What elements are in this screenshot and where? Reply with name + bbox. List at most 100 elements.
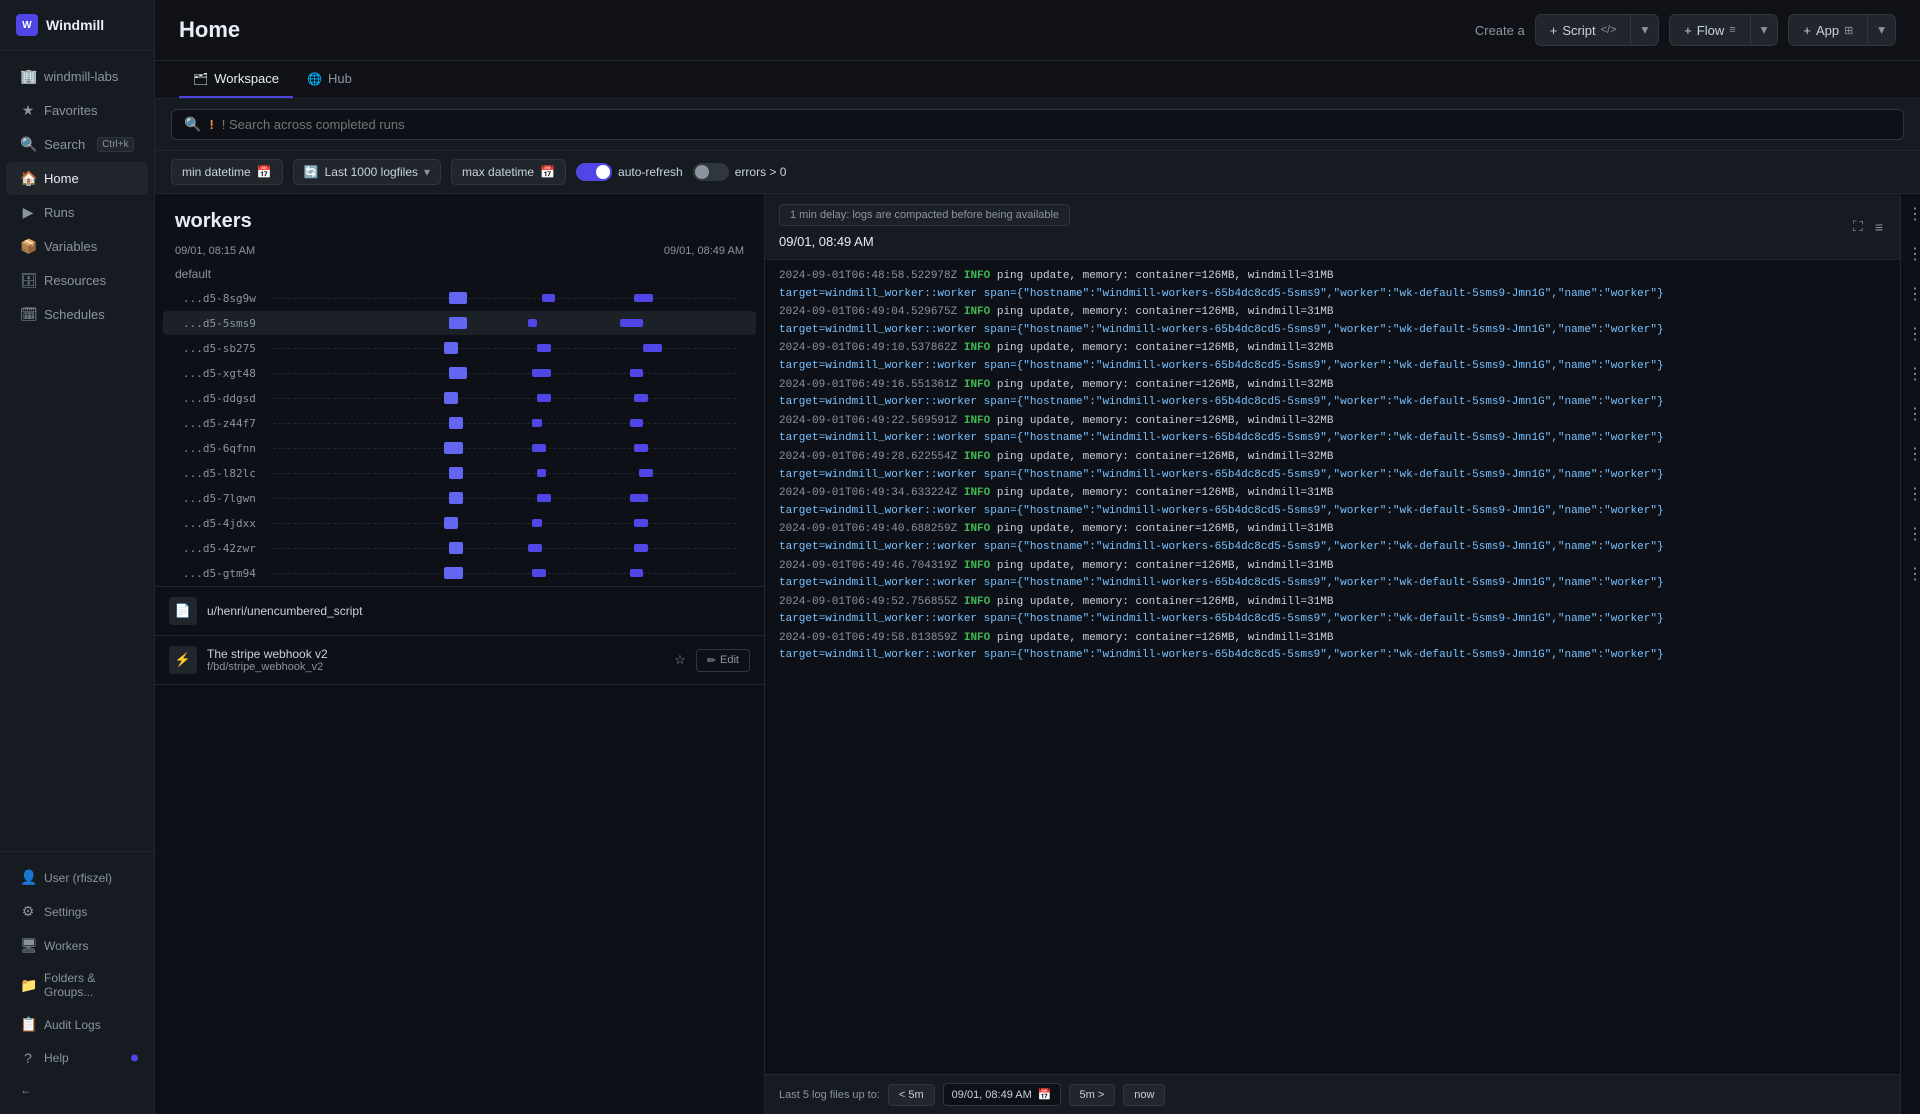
sidebar-item-label: Favorites xyxy=(44,103,97,118)
prev-time-button[interactable]: < 5m xyxy=(888,1084,935,1106)
worker-row[interactable]: ...d5-4jdxx xyxy=(163,511,756,535)
sidebar-item-search[interactable]: 🔍 Search Ctrl+k xyxy=(6,128,148,161)
worker-row[interactable]: ...d5-42zwr xyxy=(163,536,756,560)
right-menu-btn-5[interactable]: ⋮ xyxy=(1903,362,1918,386)
worker-timeline-base xyxy=(273,373,736,374)
worker-row[interactable]: ...d5-6qfnn xyxy=(163,436,756,460)
right-menu-btn-10[interactable]: ⋮ xyxy=(1903,562,1918,586)
sidebar-item-label: Search xyxy=(44,137,85,152)
tab-hub[interactable]: 🌐 Hub xyxy=(293,61,366,98)
flow-dropdown-button[interactable]: ▾ xyxy=(1750,14,1779,46)
create-script-button[interactable]: + Script </> xyxy=(1535,14,1631,46)
sidebar-item-favorites[interactable]: ★ Favorites xyxy=(6,94,148,127)
worker-bar xyxy=(630,494,649,502)
sidebar-item-label: Audit Logs xyxy=(44,1018,101,1032)
worker-timeline-base xyxy=(273,398,736,399)
search-input[interactable] xyxy=(222,117,1891,132)
sidebar-item-audit[interactable]: 📋 Audit Logs xyxy=(6,1008,148,1041)
worker-row[interactable]: ...d5-sb275 xyxy=(163,336,756,360)
sidebar-item-back[interactable]: ← xyxy=(6,1075,148,1105)
sidebar-item-settings[interactable]: ⚙ Settings xyxy=(6,895,148,928)
sidebar-item-runs[interactable]: ▶ Runs xyxy=(6,196,148,229)
sidebar-item-workers[interactable]: 🖥 Workers xyxy=(6,929,148,962)
now-button[interactable]: now xyxy=(1123,1084,1165,1106)
worker-row[interactable]: ...d5-z44f7 xyxy=(163,411,756,435)
logo-text: Windmill xyxy=(46,17,104,33)
log-entry: 2024-09-01T06:49:40.688259Z INFO ping up… xyxy=(779,521,1886,556)
right-menu-btn-7[interactable]: ⋮ xyxy=(1903,442,1918,466)
worker-bar xyxy=(449,317,468,329)
app-dropdown-button[interactable]: ▾ xyxy=(1867,14,1896,46)
edit-icon: ✏ xyxy=(707,654,716,667)
right-menu-btn-8[interactable]: ⋮ xyxy=(1903,482,1918,506)
edit-label: Edit xyxy=(720,654,739,666)
sidebar-item-label: Settings xyxy=(44,905,87,919)
star-icon[interactable]: ☆ xyxy=(674,652,686,668)
sidebar-item-variables[interactable]: 📦 Variables xyxy=(6,230,148,263)
sidebar-item-folders[interactable]: 📁 Folders & Groups... xyxy=(6,963,148,1007)
worker-timeline-base xyxy=(273,298,736,299)
worker-row[interactable]: ...d5-gtm94 xyxy=(163,561,756,585)
auto-refresh-toggle[interactable] xyxy=(576,163,612,181)
sidebar-item-workspace[interactable]: 🏢 windmill-labs xyxy=(6,60,148,93)
sidebar-item-user[interactable]: 👤 User (rfiszel) xyxy=(6,861,148,894)
errors-toggle[interactable] xyxy=(693,163,729,181)
max-datetime-button[interactable]: max datetime 📅 xyxy=(451,159,566,185)
sidebar: W Windmill 🏢 windmill-labs ★ Favorites 🔍… xyxy=(0,0,155,1114)
min-datetime-button[interactable]: min datetime 📅 xyxy=(171,159,283,185)
right-menu-btn-1[interactable]: ⋮ xyxy=(1903,202,1918,226)
worker-row[interactable]: ...d5-ddgsd xyxy=(163,386,756,410)
worker-row[interactable]: ...d5-5sms9 xyxy=(163,311,756,335)
search-nav-icon: 🔍 xyxy=(20,136,36,153)
worker-row[interactable]: ...d5-7lgwn xyxy=(163,486,756,510)
logfiles-button[interactable]: 🔄 Last 1000 logfiles ▾ xyxy=(293,159,441,185)
resources-icon: 🗄 xyxy=(20,272,36,289)
right-menu-btn-4[interactable]: ⋮ xyxy=(1903,322,1918,346)
log-target: target=windmill_worker::worker span={"ho… xyxy=(779,541,1664,553)
next-time-button[interactable]: 5m > xyxy=(1069,1084,1116,1106)
right-menu-btn-9[interactable]: ⋮ xyxy=(1903,522,1918,546)
worker-chart xyxy=(273,289,736,307)
worker-bar xyxy=(444,442,463,454)
worker-bar xyxy=(449,542,463,554)
bottom-item-flow[interactable]: ⚡ The stripe webhook v2 f/bd/stripe_webh… xyxy=(155,636,764,685)
sidebar-item-resources[interactable]: 🗄 Resources xyxy=(6,264,148,297)
script-code-icon: </> xyxy=(1601,24,1617,36)
log-message: ping update, memory: container=126MB, wi… xyxy=(990,560,1333,572)
sidebar-item-schedules[interactable]: 🗓 Schedules xyxy=(6,298,148,331)
expand-logs-button[interactable]: ⛶ xyxy=(1850,215,1866,238)
log-level: INFO xyxy=(964,560,990,572)
worker-row[interactable]: ...d5-xgt48 xyxy=(163,361,756,385)
search-icon: 🔍 xyxy=(184,116,201,133)
worker-bar xyxy=(639,469,653,477)
edit-button[interactable]: ✏ Edit xyxy=(696,649,750,672)
more-logs-button[interactable]: ≡ xyxy=(1872,215,1886,238)
right-menu-btn-2[interactable]: ⋮ xyxy=(1903,242,1918,266)
sidebar-item-home[interactable]: 🏠 Home xyxy=(6,162,148,195)
tab-workspace[interactable]: 🗂 Workspace xyxy=(179,61,293,98)
right-menu-btn-3[interactable]: ⋮ xyxy=(1903,282,1918,306)
log-time: 2024-09-01T06:49:22.569591Z xyxy=(779,415,957,427)
worker-timeline-base xyxy=(273,498,736,499)
log-target: target=windmill_worker::worker span={"ho… xyxy=(779,613,1664,625)
script-dropdown-button[interactable]: ▾ xyxy=(1630,14,1659,46)
log-level: INFO xyxy=(964,306,990,318)
sidebar-item-help[interactable]: ? Help xyxy=(6,1042,148,1074)
bottom-item-script[interactable]: 📄 u/henri/unencumbered_script xyxy=(155,587,764,636)
create-flow-button[interactable]: + Flow ≡ xyxy=(1669,14,1749,46)
worker-row[interactable]: ...d5-8sg9w xyxy=(163,286,756,310)
logs-timestamp: 09/01, 08:49 AM xyxy=(779,234,1070,249)
content-tabs: 🗂 Workspace 🌐 Hub xyxy=(155,61,1920,99)
filter-bar: min datetime 📅 🔄 Last 1000 logfiles ▾ ma… xyxy=(155,151,1920,194)
worker-bar xyxy=(537,494,551,502)
create-app-button[interactable]: + App ⊞ xyxy=(1788,14,1867,46)
right-menu-btn-6[interactable]: ⋮ xyxy=(1903,402,1918,426)
worker-row[interactable]: ...d5-l82lc xyxy=(163,461,756,485)
worker-bar xyxy=(634,544,648,552)
flow-item-info: The stripe webhook v2 f/bd/stripe_webhoo… xyxy=(207,647,664,673)
log-entry: 2024-09-01T06:49:16.551361Z INFO ping up… xyxy=(779,377,1886,412)
favorites-icon: ★ xyxy=(20,102,36,119)
search-input-wrap[interactable]: 🔍 ! xyxy=(171,109,1904,140)
time-input[interactable]: 09/01, 08:49 AM 📅 xyxy=(943,1083,1061,1106)
log-level: INFO xyxy=(964,451,990,463)
